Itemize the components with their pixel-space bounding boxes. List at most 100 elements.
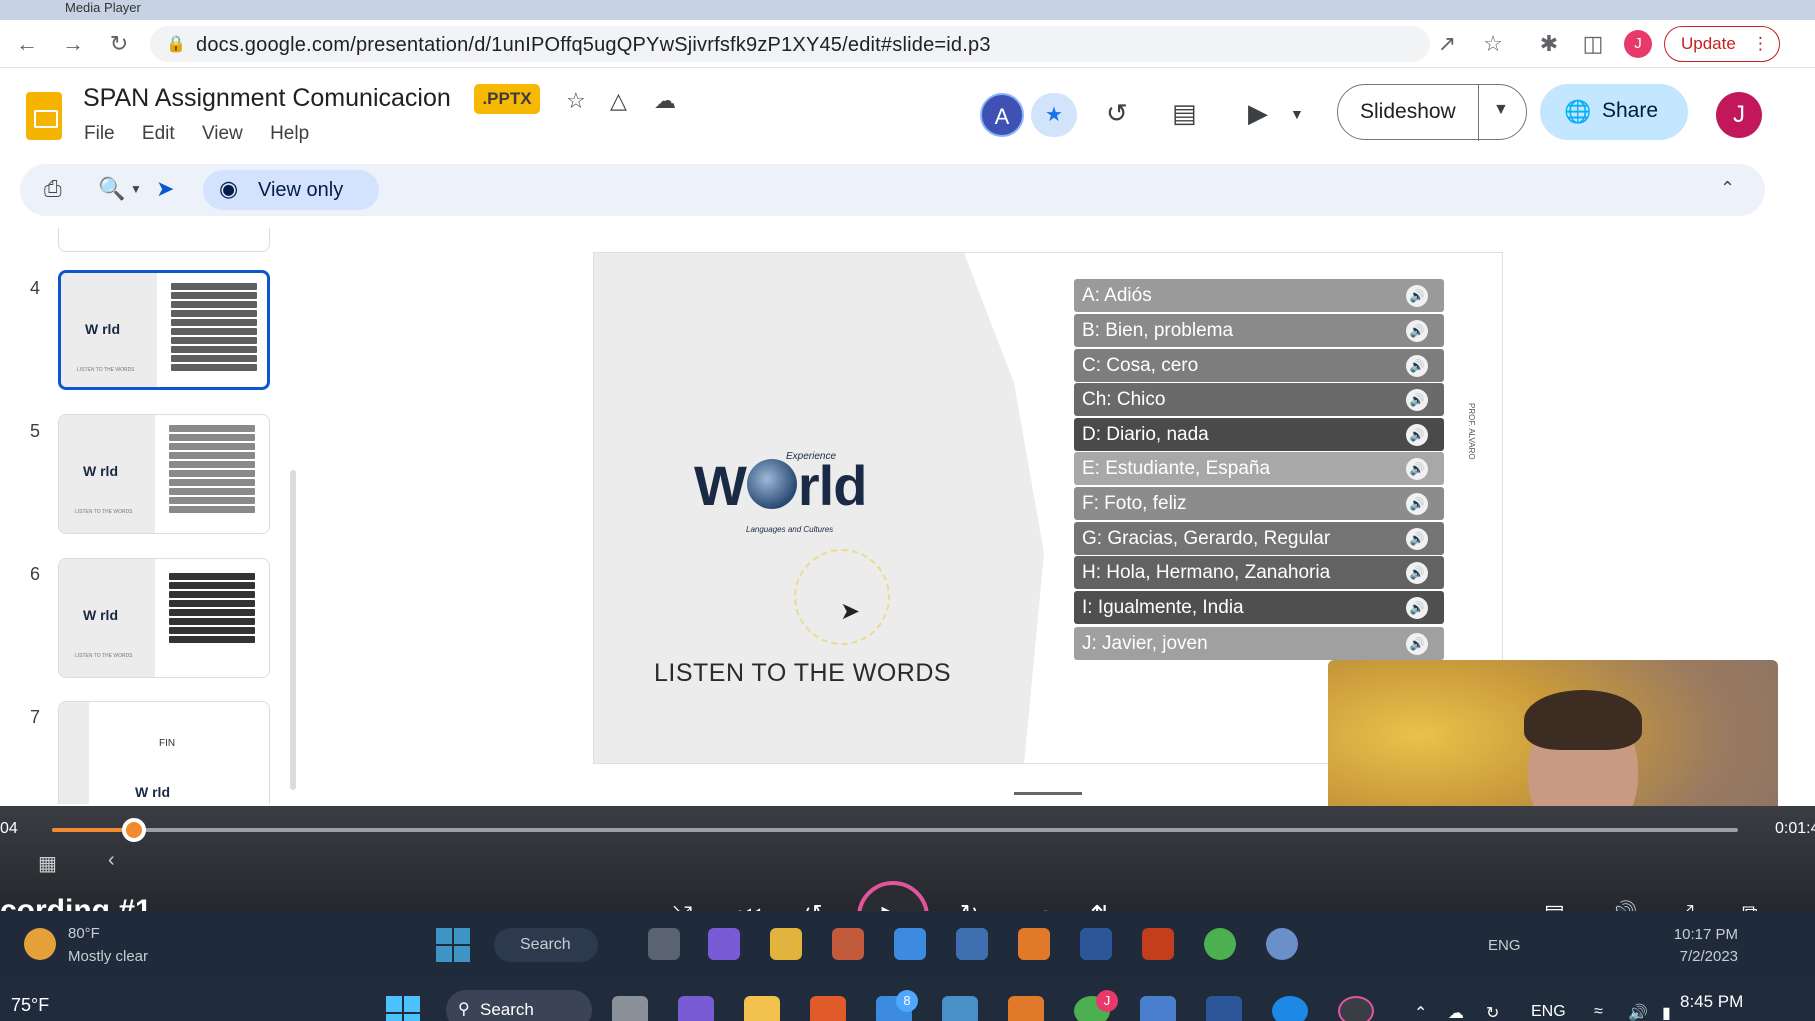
- speaker-icon[interactable]: 🔊: [1406, 528, 1428, 550]
- speaker-icon[interactable]: 🔊: [1406, 320, 1428, 342]
- speaker-icon[interactable]: 🔊: [1406, 597, 1428, 619]
- extensions-icon[interactable]: ✱: [1534, 29, 1564, 59]
- version-history-icon[interactable]: ↺: [1106, 98, 1128, 129]
- browser-profile-avatar[interactable]: J: [1624, 30, 1652, 58]
- file-explorer-icon[interactable]: [744, 996, 780, 1021]
- thumb-caption: LISTEN TO THE WORDS: [77, 367, 135, 373]
- sync-icon[interactable]: ↻: [1486, 1003, 1499, 1021]
- word-button[interactable]: A: Adiós 🔊: [1074, 279, 1444, 312]
- update-button[interactable]: Update ⋮: [1664, 26, 1780, 62]
- forward-icon[interactable]: →: [58, 29, 88, 59]
- seek-handle[interactable]: [122, 818, 146, 842]
- move-to-drive-icon[interactable]: △: [610, 88, 627, 114]
- word-icon[interactable]: [1206, 996, 1242, 1021]
- teams-icon[interactable]: [678, 996, 714, 1021]
- speaker-icon[interactable]: 🔊: [1406, 355, 1428, 377]
- word-button[interactable]: Ch: Chico 🔊: [1074, 383, 1444, 416]
- select-cursor-icon[interactable]: ➤: [156, 176, 174, 202]
- edge-icon[interactable]: [1272, 996, 1308, 1021]
- word-button[interactable]: G: Gracias, Gerardo, Regular 🔊: [1074, 522, 1444, 555]
- reload-icon[interactable]: ↻: [104, 29, 134, 59]
- collaborator-avatar[interactable]: A: [980, 93, 1024, 137]
- battery-icon[interactable]: ▮: [1662, 1003, 1671, 1021]
- present-to-meeting-icon[interactable]: ★: [1031, 93, 1077, 137]
- taskbar-search-box[interactable]: ⚲ Search: [446, 990, 592, 1021]
- recorded-task-view-icon: [648, 928, 680, 960]
- taskbar-temperature[interactable]: 75°F: [11, 995, 49, 1016]
- speaker-icon[interactable]: 🔊: [1406, 458, 1428, 480]
- word-button[interactable]: H: Hola, Hermano, Zanahoria 🔊: [1074, 556, 1444, 589]
- taskbar-language[interactable]: ENG: [1531, 1003, 1566, 1021]
- meet-dropdown-icon[interactable]: ▼: [1290, 106, 1304, 122]
- word-button[interactable]: B: Bien, problema 🔊: [1074, 314, 1444, 347]
- app-icon[interactable]: [942, 996, 978, 1021]
- slide-thumbnail-7[interactable]: FIN W rld: [58, 701, 270, 804]
- word-button[interactable]: E: Estudiante, España 🔊: [1074, 452, 1444, 485]
- world-logo: Wrld: [694, 453, 867, 518]
- zoom-dropdown-icon[interactable]: ▼: [130, 182, 142, 196]
- word-button[interactable]: J: Javier, joven 🔊: [1074, 627, 1444, 660]
- cloud-status-icon[interactable]: ☁: [654, 88, 676, 114]
- speaker-icon[interactable]: 🔊: [1406, 285, 1428, 307]
- chevron-left-icon[interactable]: ‹: [108, 849, 115, 872]
- word-button[interactable]: F: Foto, feliz 🔊: [1074, 487, 1444, 520]
- back-icon[interactable]: ←: [12, 29, 42, 59]
- slide-filmstrip: 4 W rld LISTEN TO THE WORDS 5 W rld LIST…: [0, 228, 300, 804]
- speaker-icon[interactable]: 🔊: [1406, 389, 1428, 411]
- star-icon[interactable]: ☆: [566, 88, 586, 114]
- office-icon[interactable]: [1008, 996, 1044, 1021]
- speaker-icon[interactable]: 🔊: [1406, 633, 1428, 655]
- app2-icon[interactable]: [1140, 996, 1176, 1021]
- menu-file[interactable]: File: [84, 123, 115, 144]
- zoom-icon[interactable]: 🔍: [98, 176, 125, 202]
- word-button[interactable]: D: Diario, nada 🔊: [1074, 418, 1444, 451]
- slide-thumbnail-4[interactable]: W rld LISTEN TO THE WORDS: [58, 270, 270, 390]
- comments-icon[interactable]: ▤: [1172, 98, 1197, 129]
- speaker-icon[interactable]: 🔊: [1406, 562, 1428, 584]
- task-view-icon[interactable]: [612, 996, 648, 1021]
- menu-view[interactable]: View: [202, 123, 243, 144]
- print-icon[interactable]: ⎙: [44, 176, 62, 202]
- media-player-icon[interactable]: [1338, 996, 1374, 1021]
- slide-thumbnail-5[interactable]: W rld LISTEN TO THE WORDS: [58, 414, 270, 534]
- slide-thumbnail-6[interactable]: W rld LISTEN TO THE WORDS: [58, 558, 270, 678]
- thumb-word-list: [169, 573, 255, 645]
- menu-edit[interactable]: Edit: [142, 123, 175, 144]
- kebab-menu-icon[interactable]: ⋮: [1752, 27, 1769, 60]
- grid-icon[interactable]: ▦: [38, 851, 57, 876]
- seek-bar[interactable]: [52, 828, 1738, 832]
- menu-help[interactable]: Help: [270, 123, 309, 144]
- view-only-button[interactable]: ◉ View only: [203, 170, 379, 210]
- microsoft-store-icon[interactable]: [810, 996, 846, 1021]
- speaker-icon[interactable]: 🔊: [1628, 1003, 1648, 1021]
- onedrive-icon[interactable]: ☁: [1448, 1003, 1464, 1021]
- collapse-toolbar-icon[interactable]: ⌃: [1720, 178, 1735, 199]
- wifi-icon[interactable]: ≈: [1594, 1003, 1603, 1021]
- windows-start-icon[interactable]: [386, 996, 422, 1021]
- tray-chevron-up-icon[interactable]: ⌃: [1414, 1003, 1427, 1021]
- word-label: A: Adiós: [1082, 285, 1152, 306]
- account-avatar[interactable]: J: [1716, 92, 1762, 138]
- word-button[interactable]: I: Igualmente, India 🔊: [1074, 591, 1444, 624]
- document-title[interactable]: SPAN Assignment Comunicacion: [83, 84, 451, 113]
- slides-logo-icon[interactable]: [26, 92, 62, 140]
- side-panel-icon[interactable]: ◫: [1578, 29, 1608, 59]
- word-button[interactable]: C: Cosa, cero 🔊: [1074, 349, 1444, 382]
- share-button[interactable]: 🌐 Share: [1540, 84, 1688, 140]
- recorded-teams-icon: [708, 928, 740, 960]
- thumb-logo: W rld: [83, 607, 118, 623]
- meet-camera-icon[interactable]: ▶: [1248, 98, 1268, 129]
- slide-scroll-indicator: [1014, 792, 1082, 795]
- slideshow-dropdown-icon[interactable]: ▼: [1493, 101, 1509, 119]
- taskbar-clock[interactable]: 8:45 PM: [1680, 992, 1743, 1012]
- speaker-icon[interactable]: 🔊: [1406, 424, 1428, 446]
- slide-thumbnail-3[interactable]: [58, 228, 270, 252]
- browser-address-bar: ← → ↻ 🔒 docs.google.com/presentation/d/1…: [0, 20, 1815, 68]
- slideshow-button[interactable]: Slideshow ▼: [1337, 84, 1527, 141]
- filmstrip-scrollbar[interactable]: [290, 470, 296, 790]
- url-input[interactable]: 🔒 docs.google.com/presentation/d/1unIPOf…: [150, 26, 1430, 62]
- speaker-icon[interactable]: 🔊: [1406, 493, 1428, 515]
- browser-tab-label[interactable]: Media Player: [65, 0, 141, 15]
- share-page-icon[interactable]: ↗: [1432, 29, 1462, 59]
- bookmark-star-icon[interactable]: ☆: [1478, 29, 1508, 59]
